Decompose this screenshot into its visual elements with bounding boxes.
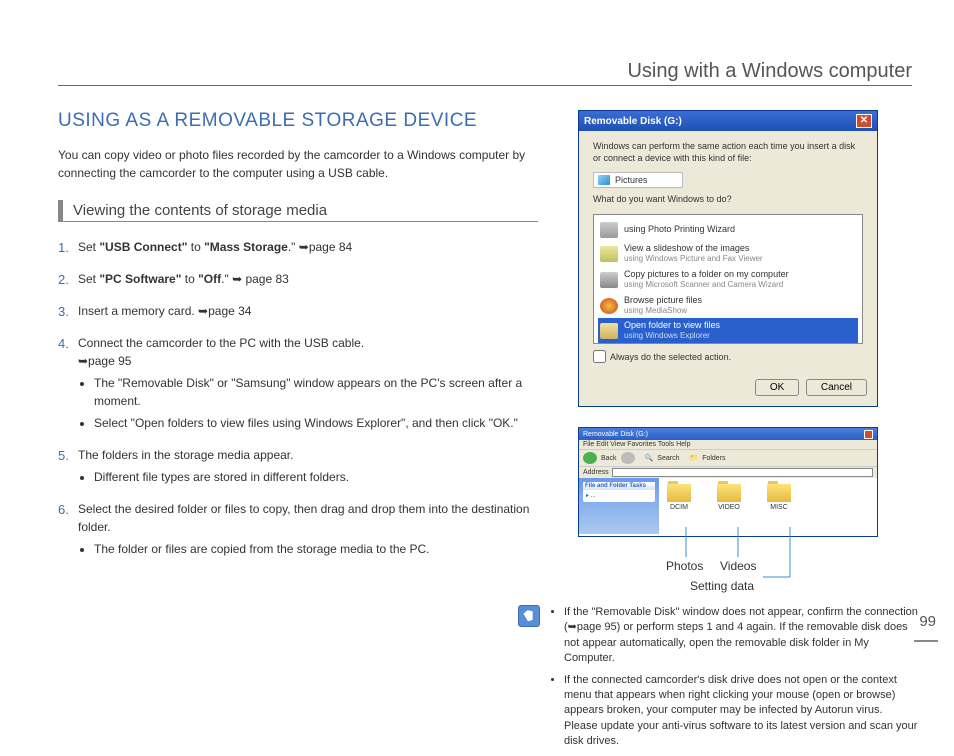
note-icon [518,605,540,627]
explorer-toolbar: Back 🔍Search 📁Folders [579,449,877,466]
videos-label: Videos [720,559,756,573]
folders-pane: DCIM VIDEO MISC [659,478,877,534]
step-5-bullet-1: Different file types are stored in diffe… [94,468,538,486]
left-column: USING AS A REMOVABLE STORAGE DEVICE You … [58,110,538,756]
ok-button[interactable]: OK [755,379,799,396]
step-3: Insert a memory card. ➥page 34 [58,302,538,320]
tasks-pane: File and Folder Tasks ▸ ... [579,478,659,534]
page-header: Using with a Windows computer [627,60,912,83]
page-number-rule [914,640,938,642]
checkbox-icon[interactable] [593,350,606,363]
close-icon[interactable] [864,430,873,439]
folder-icon [717,484,741,502]
action-copy[interactable]: Copy pictures to a folder on my computer… [598,267,858,293]
autoplay-dialog: Removable Disk (G:) ✕ Windows can perfor… [578,110,878,407]
note-2: If the connected camcorder's disk drive … [564,673,918,750]
action-list[interactable]: using Photo Printing Wizard View a slide… [593,214,863,344]
dialog-prompt: What do you want Windows to do? [593,194,863,206]
dialog-message: Windows can perform the same action each… [593,141,863,164]
explorer-titlebar: Removable Disk (G:) [579,428,877,440]
picture-icon [598,175,610,185]
step-4-bullet-1: The "Removable Disk" or "Samsung" window… [94,374,538,410]
mediashow-icon [600,298,618,314]
action-slideshow[interactable]: View a slideshow of the imagesusing Wind… [598,241,858,267]
callouts: Photos Videos Setting data [578,537,878,597]
note-box: If the "Removable Disk" window does not … [518,605,918,756]
folder-icon [667,484,691,502]
page-number: 99 [919,613,936,630]
setting-label: Setting data [690,579,754,593]
cancel-button[interactable]: Cancel [806,379,867,396]
explorer-menu[interactable]: File Edit View Favorites Tools Help [579,440,877,449]
scanner-icon [600,272,618,288]
section-title: USING AS A REMOVABLE STORAGE DEVICE [58,110,538,132]
dialog-titlebar: Removable Disk (G:) ✕ [579,111,877,131]
photos-label: Photos [666,559,703,573]
step-6: Select the desired folder or files to co… [58,500,538,558]
right-column: Removable Disk (G:) ✕ Windows can perfor… [568,110,908,756]
address-bar: Address [579,466,877,478]
dialog-title: Removable Disk (G:) [584,116,682,127]
step-4: Connect the camcorder to the PC with the… [58,334,538,432]
forward-icon[interactable] [621,452,635,464]
action-print[interactable]: using Photo Printing Wizard [598,219,858,241]
folder-icon [767,484,791,502]
folder-icon [600,323,618,339]
intro-text: You can copy video or photo files record… [58,146,538,182]
step-2: Set "PC Software" to "Off." ➥ page 83 [58,270,538,288]
header-rule [58,85,912,86]
step-6-bullet-1: The folder or files are copied from the … [94,540,538,558]
action-browse[interactable]: Browse picture filesusing MediaShow [598,293,858,319]
always-checkbox[interactable]: Always do the selected action. [593,350,863,363]
subheading: Viewing the contents of storage media [58,200,538,221]
note-1: If the "Removable Disk" window does not … [564,605,918,667]
explorer-window: Removable Disk (G:) File Edit View Favor… [578,427,878,537]
folder-video[interactable]: VIDEO [717,484,741,511]
folder-misc[interactable]: MISC [767,484,791,511]
step-1: Set "USB Connect" to "Mass Storage." ➥pa… [58,238,538,256]
folder-dcim[interactable]: DCIM [667,484,691,511]
step-4-bullet-2: Select "Open folders to view files using… [94,414,538,432]
step-5: The folders in the storage media appear.… [58,446,538,486]
action-open-folder[interactable]: Open folder to view filesusing Windows E… [598,318,858,344]
subheading-wrap: Viewing the contents of storage media [58,200,538,222]
close-icon[interactable]: ✕ [856,114,872,128]
back-icon[interactable] [583,452,597,464]
address-field[interactable] [612,468,873,477]
printer-icon [600,222,618,238]
slideshow-icon [600,246,618,262]
pictures-label: Pictures [593,172,683,188]
steps-list: Set "USB Connect" to "Mass Storage." ➥pa… [58,238,538,558]
